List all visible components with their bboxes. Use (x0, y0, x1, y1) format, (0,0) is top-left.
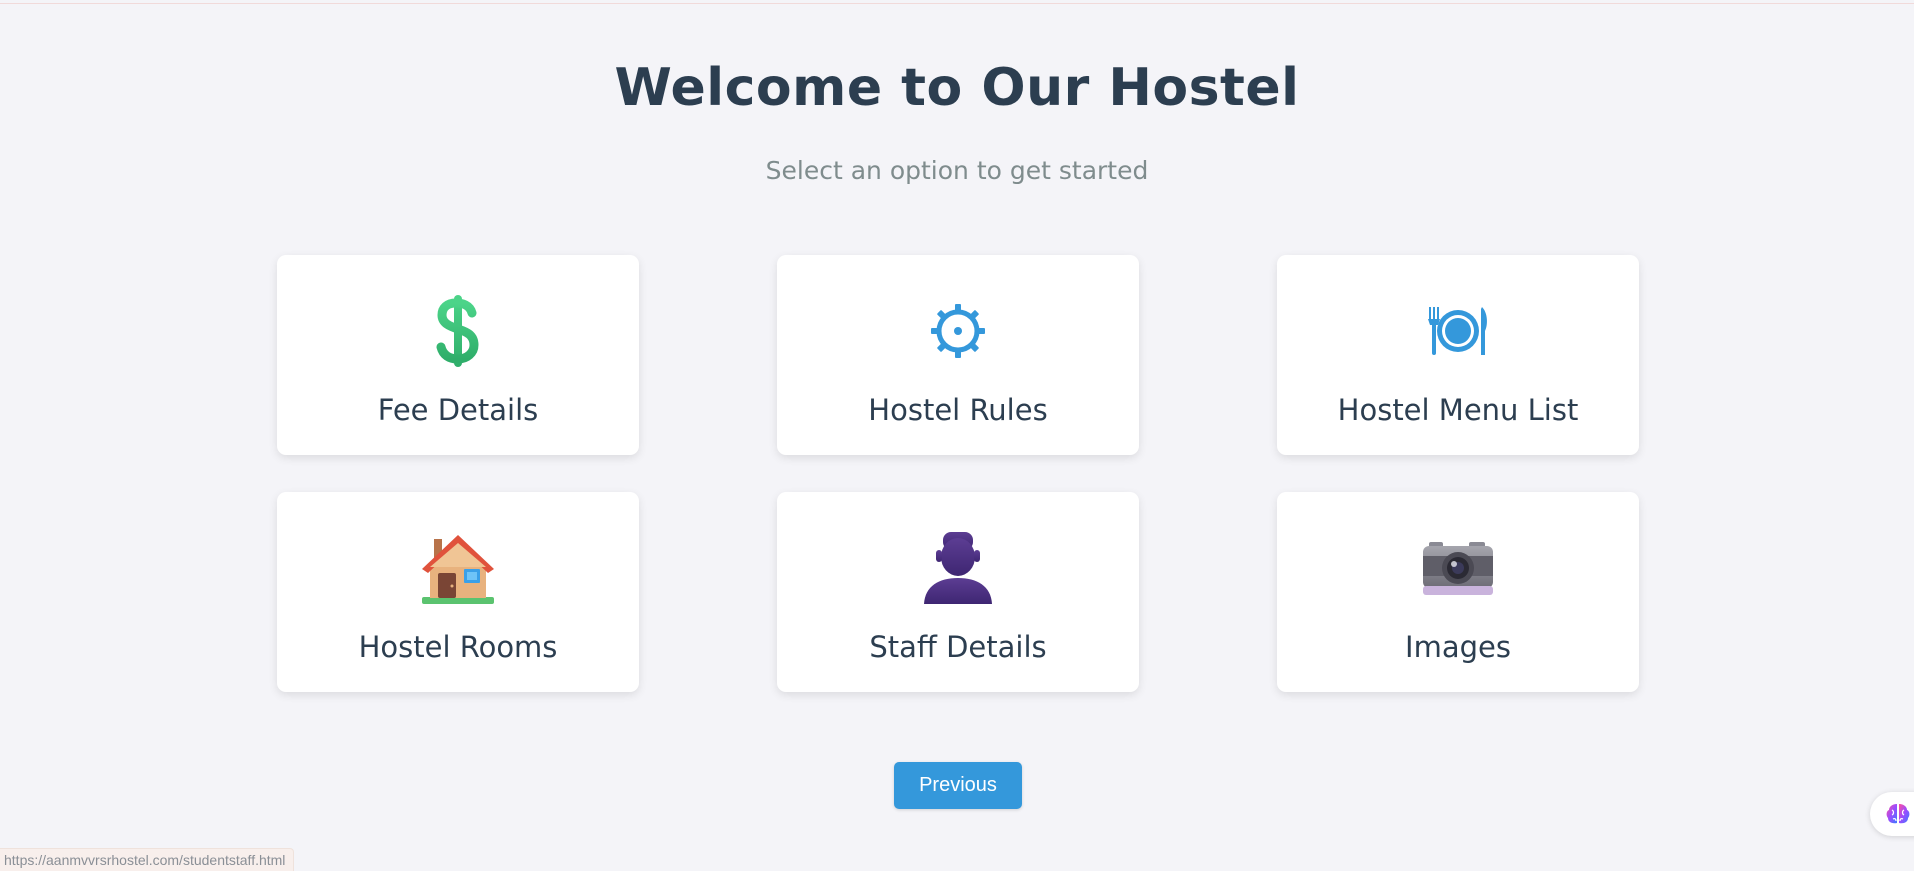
page-subtitle: Select an option to get started (765, 156, 1149, 185)
options-grid: Fee Details Hostel Rules Hostel Menu Lis… (277, 255, 1639, 692)
previous-button[interactable]: Previous (894, 762, 1022, 809)
hostel-rooms-card[interactable]: Hostel Rooms (277, 492, 639, 692)
card-label: Staff Details (869, 630, 1047, 664)
card-label: Hostel Rooms (358, 630, 558, 664)
staff-details-card[interactable]: Staff Details (777, 492, 1139, 692)
plate-cutlery-icon (1277, 293, 1639, 369)
brain-icon (1885, 802, 1911, 830)
floating-assistant-button[interactable] (1870, 792, 1914, 836)
fee-details-card[interactable]: Fee Details (277, 255, 639, 455)
card-label: Hostel Rules (868, 393, 1048, 427)
status-bar-url: https://aanmvvrsrhostel.com/studentstaff… (0, 848, 295, 871)
card-label: Hostel Menu List (1337, 393, 1579, 427)
house-icon (277, 530, 639, 606)
page-title: Welcome to Our Hostel (614, 58, 1300, 118)
images-card[interactable]: Images (1277, 492, 1639, 692)
card-label: Fee Details (377, 393, 539, 427)
page: Welcome to Our Hostel Select an option t… (0, 0, 1914, 871)
card-label: Images (1405, 630, 1511, 664)
dollar-sign-icon (277, 293, 639, 369)
hostel-menu-list-card[interactable]: Hostel Menu List (1277, 255, 1639, 455)
camera-icon (1277, 530, 1639, 606)
gear-icon (777, 293, 1139, 369)
top-divider (0, 3, 1914, 4)
hostel-rules-card[interactable]: Hostel Rules (777, 255, 1139, 455)
person-silhouette-icon (777, 530, 1139, 606)
